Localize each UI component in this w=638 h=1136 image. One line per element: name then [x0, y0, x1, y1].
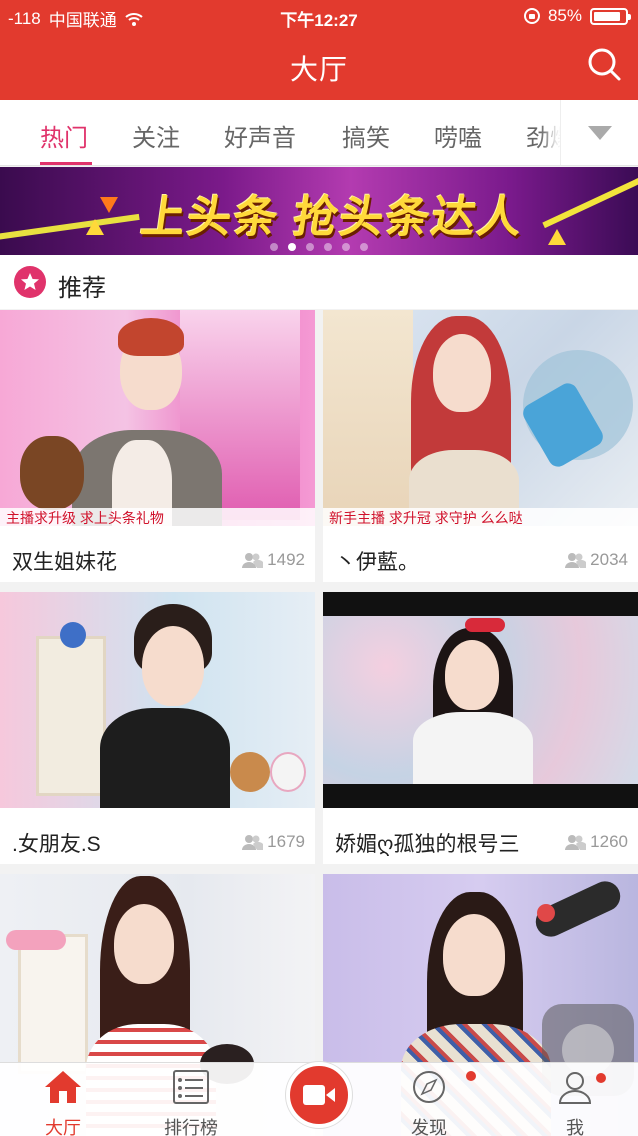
- orientation-lock-icon: [523, 8, 540, 24]
- viewers-icon: [242, 553, 264, 568]
- viewers-icon: [242, 835, 264, 850]
- pagination-dot: [306, 243, 314, 251]
- viewer-count-value: 1679: [267, 832, 305, 851]
- stream-card[interactable]: 娇媚ღ孤独的根号三 1260: [323, 592, 638, 864]
- viewer-count-value: 1492: [267, 550, 305, 569]
- tabbar-item-ranking[interactable]: 排行榜: [146, 1069, 236, 1136]
- streamer-name: 丶伊藍。: [335, 551, 419, 574]
- banner-pagination: [270, 243, 368, 251]
- tab-funny[interactable]: 搞笑: [342, 118, 390, 153]
- notification-dot: [466, 1071, 476, 1081]
- tabbar-item-me[interactable]: 我: [530, 1069, 620, 1136]
- banner-stripe: [542, 171, 638, 229]
- status-bar: -118 中国联通 下午12:27 85%: [0, 0, 638, 34]
- banner-headline: 上头条 抢头条达人: [137, 193, 528, 242]
- viewer-count: 1260: [564, 832, 628, 852]
- streamer-name: 娇媚ღ孤独的根号三: [335, 833, 520, 856]
- stream-thumbnail: [323, 592, 638, 808]
- tabbar-item-lobby[interactable]: 大厅: [18, 1069, 108, 1136]
- stream-card[interactable]: 主播求升级 求上头条礼物 双生姐妹花 1492: [0, 310, 315, 582]
- chevron-down-icon: [587, 126, 612, 140]
- viewer-count: 1492: [241, 550, 305, 570]
- more-tabs-button[interactable]: [560, 100, 638, 165]
- promo-banner[interactable]: 上头条 抢头条达人: [0, 167, 638, 255]
- viewers-icon: [565, 553, 587, 568]
- viewers-icon: [565, 835, 587, 850]
- search-icon[interactable]: [586, 46, 622, 82]
- banner-triangle: [100, 197, 118, 213]
- home-icon: [45, 1071, 81, 1103]
- pagination-dot: [324, 243, 332, 251]
- section-title: 推荐: [58, 275, 106, 302]
- notification-dot: [596, 1073, 606, 1083]
- recommended-header: 推荐: [0, 255, 638, 309]
- category-tabs: 热门 关注 好声音 搞笑 唠嗑 劲爆: [0, 100, 638, 166]
- video-camera-icon: [303, 1085, 335, 1105]
- tab-chat[interactable]: 唠嗑: [434, 118, 482, 153]
- tabbar-item-discover[interactable]: 发现: [384, 1069, 476, 1136]
- star-icon: [14, 266, 46, 298]
- page-title: 大厅: [289, 54, 348, 85]
- stream-thumbnail: [0, 592, 315, 808]
- streamer-name: .女朋友.S: [12, 833, 101, 856]
- battery-icon: [590, 7, 631, 25]
- tabbar-label: 大厅: [45, 1118, 81, 1136]
- tabbar-label: 发现: [411, 1118, 447, 1136]
- stream-thumbnail: 主播求升级 求上头条礼物: [0, 310, 315, 526]
- pagination-dot: [360, 243, 368, 251]
- viewer-count-value: 2034: [590, 550, 628, 569]
- active-tab-indicator: [40, 162, 92, 165]
- stream-thumbnail: 新手主播 求升冠 求守护 么么哒: [323, 310, 638, 526]
- banner-stripe: [0, 213, 140, 243]
- tab-following[interactable]: 关注: [132, 118, 180, 153]
- tab-good-voice[interactable]: 好声音: [224, 118, 296, 153]
- viewer-count: 2034: [564, 550, 628, 570]
- user-icon: [558, 1072, 592, 1104]
- battery-percent: 85%: [547, 6, 582, 25]
- start-live-button[interactable]: [286, 1062, 352, 1128]
- stream-overlay-text: 主播求升级 求上头条礼物: [0, 508, 315, 526]
- compass-icon: [413, 1071, 445, 1103]
- pagination-dot: [288, 243, 296, 251]
- banner-triangle: [548, 229, 566, 245]
- ranking-list-icon: [173, 1070, 209, 1104]
- tabbar-label: 排行榜: [164, 1118, 218, 1136]
- tabbar-label: 我: [566, 1118, 584, 1136]
- viewer-count-value: 1260: [590, 832, 628, 851]
- stream-overlay-text: 新手主播 求升冠 求守护 么么哒: [323, 508, 638, 526]
- tab-hot[interactable]: 热门: [40, 118, 88, 153]
- stream-card[interactable]: 新手主播 求升冠 求守护 么么哒 丶伊藍。 2034: [323, 310, 638, 582]
- viewer-count: 1679: [241, 832, 305, 852]
- banner-triangle: [86, 219, 104, 235]
- stream-card[interactable]: .女朋友.S 1679: [0, 592, 315, 864]
- top-bar: -118 中国联通 下午12:27 85% 大厅: [0, 0, 638, 100]
- pagination-dot: [342, 243, 350, 251]
- streamer-name: 双生姐妹花: [12, 551, 117, 574]
- pagination-dot: [270, 243, 278, 251]
